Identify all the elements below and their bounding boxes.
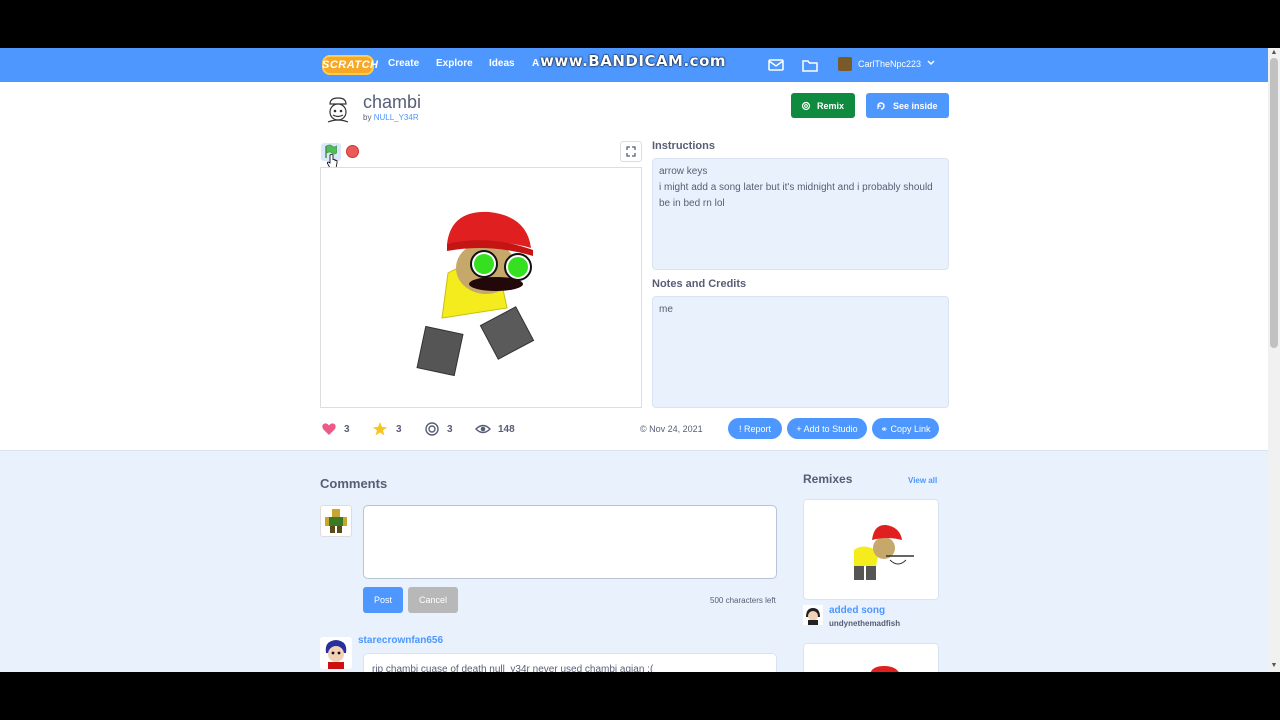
remix-thumbnail-2-image [870, 666, 899, 672]
remix-button[interactable]: Remix [791, 93, 855, 118]
project-author-avatar[interactable] [322, 94, 354, 126]
view-all-link[interactable]: View all [908, 476, 937, 485]
project-author-link[interactable]: NULL_Y34R [374, 113, 419, 122]
nav-create[interactable]: Create [388, 58, 419, 69]
add-to-studio-button[interactable]: + Add to Studio [787, 418, 867, 439]
report-label: Report [744, 424, 772, 434]
see-inside-button[interactable]: See inside [866, 93, 949, 118]
project-page: SCRATCH Create Explore Ideas A www.BANDI… [0, 48, 1268, 672]
views-count: 148 [498, 424, 515, 435]
scratch-logo[interactable]: SCRATCH [322, 55, 378, 75]
characters-left: 500 characters left [710, 596, 776, 605]
user-avatar[interactable] [838, 57, 852, 71]
vertical-scrollbar[interactable]: ▲ ▼ [1268, 48, 1280, 672]
notes-box: me [652, 296, 949, 408]
avatar-image [325, 509, 347, 533]
nav-explore[interactable]: Explore [436, 58, 473, 69]
user-name[interactable]: CarlTheNpc223 [858, 59, 921, 69]
add-to-studio-label: Add to Studio [803, 424, 858, 434]
post-button[interactable]: Post [363, 587, 403, 613]
love-count: 3 [344, 424, 350, 435]
see-inside-label: See inside [893, 101, 938, 111]
shared-date-value: Nov 24, 2021 [649, 424, 703, 434]
remix-label: Remix [817, 101, 845, 111]
remix-thumbnail-2[interactable] [803, 643, 939, 672]
report-button[interactable]: ! Report [728, 418, 782, 439]
remix-count: 3 [447, 424, 453, 435]
commenter-avatar-image [320, 637, 352, 669]
copy-link-button[interactable]: ⚭ Copy Link [872, 418, 939, 439]
notes-title: Notes and Credits [652, 278, 747, 290]
link-icon: ⚭ [880, 424, 891, 434]
scrollbar-thumb[interactable] [1270, 58, 1278, 348]
comment-input[interactable] [363, 505, 777, 579]
comments-title: Comments [320, 476, 388, 491]
nav-ideas[interactable]: Ideas [489, 58, 515, 69]
comment-text: rip chambi cuase of death null_y34r neve… [363, 653, 777, 672]
views-eye-icon [475, 424, 491, 434]
cancel-button[interactable]: Cancel [408, 587, 458, 613]
scroll-up-arrow-icon[interactable]: ▲ [1270, 49, 1278, 57]
instructions-box: arrow keys i might add a song later but … [652, 158, 949, 270]
nav-about[interactable]: A [532, 58, 539, 69]
remixes-title: Remixes [803, 472, 853, 486]
love-heart-icon[interactable] [321, 421, 337, 437]
comment-username[interactable]: starecrownfan656 [358, 635, 443, 646]
comment-avatar[interactable] [320, 637, 352, 669]
byline-prefix: by [363, 113, 372, 122]
shared-date: © Nov 24, 2021 [640, 424, 703, 434]
plus-icon: + [796, 424, 804, 434]
my-avatar [320, 505, 352, 537]
remix-project-name[interactable]: added song [829, 605, 885, 616]
messages-icon[interactable] [767, 56, 785, 74]
favorite-star-icon[interactable] [372, 421, 388, 437]
chambi-sprite [416, 211, 535, 377]
remix-thumbnail[interactable] [803, 499, 939, 600]
my-stuff-folder-icon[interactable] [801, 56, 819, 74]
bandicam-watermark: www.BANDICAM.com [540, 52, 727, 70]
instructions-title: Instructions [652, 140, 715, 152]
remix-thumbnail-image [854, 524, 914, 580]
project-title: chambi [363, 92, 422, 112]
stop-button[interactable] [346, 145, 359, 158]
fullscreen-icon [626, 146, 636, 157]
fullscreen-button[interactable] [620, 141, 642, 162]
scroll-down-arrow-icon[interactable]: ▼ [1270, 662, 1278, 670]
copy-link-label: Copy Link [890, 424, 931, 434]
remix-author-avatar[interactable] [803, 605, 823, 625]
chevron-down-icon[interactable] [925, 57, 937, 69]
remix-icon [801, 101, 811, 111]
project-stage[interactable] [320, 167, 642, 408]
top-nav: SCRATCH Create Explore Ideas A www.BANDI… [0, 48, 1268, 82]
remix-count-icon [425, 422, 439, 436]
project-byline: by NULL_Y34R [363, 113, 419, 122]
favorite-count: 3 [396, 424, 402, 435]
see-inside-icon [877, 102, 885, 110]
remix-author-name[interactable]: undynethemadfish [829, 619, 900, 628]
